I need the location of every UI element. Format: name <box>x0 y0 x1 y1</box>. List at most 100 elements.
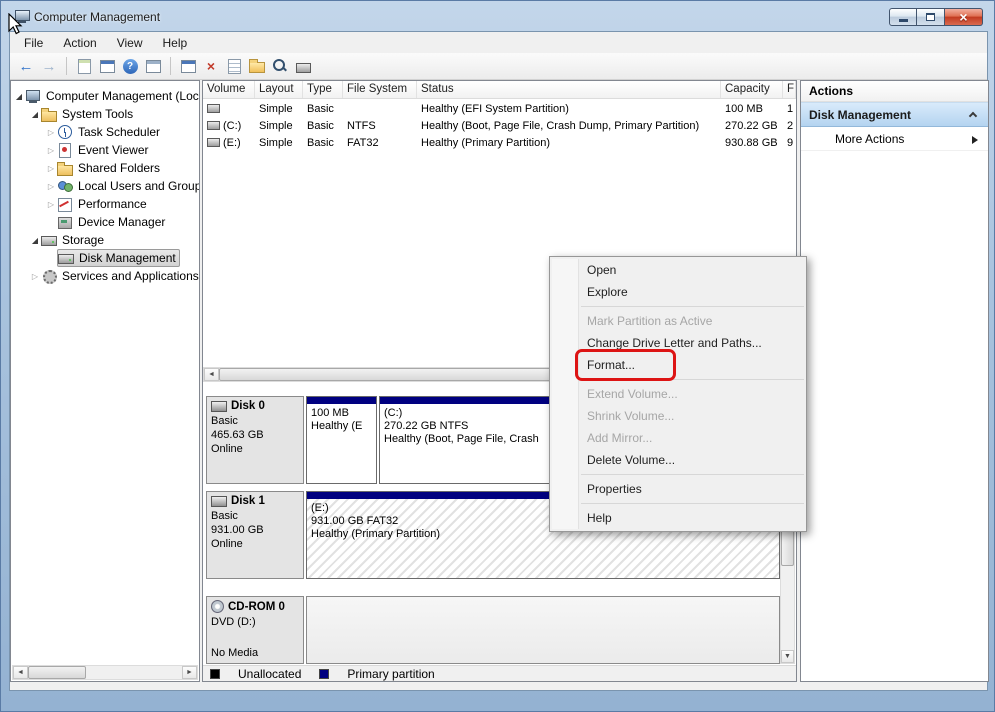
column-type[interactable]: Type <box>303 81 343 98</box>
submenu-arrow-icon <box>972 136 978 144</box>
expander-expanded-icon[interactable]: ◢ <box>29 110 41 119</box>
close-button[interactable]: × <box>945 8 983 26</box>
disk0-header[interactable]: Disk 0 Basic 465.63 GB Online <box>206 396 304 484</box>
disk-icon <box>211 496 227 507</box>
computer-management-window: Computer Management × File Action View H… <box>0 0 995 712</box>
export-list-icon <box>78 59 91 74</box>
help-button[interactable]: ? <box>120 56 140 76</box>
tree-item-storage[interactable]: ◢ Storage <box>29 231 104 249</box>
column-free[interactable]: F <box>783 81 796 98</box>
menu-view[interactable]: View <box>107 33 153 53</box>
more-actions-item[interactable]: More Actions <box>801 127 988 151</box>
tree-item-system-tools[interactable]: ◢ System Tools <box>29 105 133 123</box>
menu-action[interactable]: Action <box>53 33 106 53</box>
column-layout[interactable]: Layout <box>255 81 303 98</box>
partition-efi[interactable]: 100 MB Healthy (E <box>306 396 377 484</box>
tree-item-local-users-and-groups[interactable]: ▷ Local Users and Groups <box>45 177 200 195</box>
toolbar-separator <box>66 57 67 75</box>
disk-status: Online <box>211 442 299 456</box>
expander-collapsed-icon[interactable]: ▷ <box>45 200 57 209</box>
tree-selection-highlight: Disk Management <box>57 249 180 267</box>
scroll-right-icon[interactable]: ► <box>182 666 197 679</box>
expander-collapsed-icon[interactable]: ▷ <box>45 128 57 137</box>
window-controls: × <box>889 8 983 26</box>
disk-type: Basic <box>211 414 299 428</box>
title-bar[interactable]: Computer Management × <box>1 1 994 31</box>
tree-item-event-viewer[interactable]: ▷ Event Viewer <box>45 141 148 159</box>
minimize-button[interactable] <box>889 8 917 26</box>
delete-button[interactable]: × <box>201 56 221 76</box>
disk1-header[interactable]: Disk 1 Basic 931.00 GB Online <box>206 491 304 579</box>
tree-horizontal-scrollbar[interactable]: ◄ ► <box>12 665 198 680</box>
back-button[interactable]: ← <box>16 56 36 76</box>
forward-button[interactable]: → <box>39 56 59 76</box>
column-volume[interactable]: Volume <box>203 81 255 98</box>
menu-item-open[interactable]: Open <box>550 259 806 281</box>
volume-row-e[interactable]: (E:) Simple Basic FAT32 Healthy (Primary… <box>203 134 796 151</box>
tree-item-performance[interactable]: ▷ Performance <box>45 195 147 213</box>
show-action-pane-button[interactable] <box>143 56 163 76</box>
actions-group-label: Disk Management <box>809 108 911 122</box>
menu-file[interactable]: File <box>14 33 53 53</box>
menu-item-delete-volume[interactable]: Delete Volume... <box>550 449 806 471</box>
tree-item-device-manager[interactable]: Device Manager <box>45 213 165 231</box>
column-status[interactable]: Status <box>417 81 721 98</box>
volume-row-efi[interactable]: Simple Basic Healthy (EFI System Partiti… <box>203 100 796 117</box>
collapse-chevron-icon[interactable] <box>969 112 977 120</box>
volume-row-c[interactable]: (C:) Simple Basic NTFS Healthy (Boot, Pa… <box>203 117 796 134</box>
menu-item-explore[interactable]: Explore <box>550 281 806 303</box>
column-file-system[interactable]: File System <box>343 81 417 98</box>
tree-item-services-and-applications[interactable]: ▷ Services and Applications <box>29 267 199 285</box>
scrollbar-thumb[interactable] <box>28 666 86 679</box>
tree-item-disk-management[interactable]: Disk Management <box>45 249 180 267</box>
cdrom-media-area[interactable] <box>306 596 780 664</box>
scroll-down-icon[interactable]: ▼ <box>781 650 794 663</box>
export-list-button[interactable] <box>74 56 94 76</box>
cdrom0-header[interactable]: CD-ROM 0 DVD (D:) No Media <box>206 596 304 664</box>
cd-icon <box>211 600 224 613</box>
window-title: Computer Management <box>34 10 160 24</box>
toolbar-separator <box>170 57 171 75</box>
menu-help[interactable]: Help <box>153 33 198 53</box>
expander-collapsed-icon[interactable]: ▷ <box>45 182 57 191</box>
tree-item-label: Disk Management <box>79 251 176 265</box>
menu-item-properties[interactable]: Properties <box>550 478 806 500</box>
scroll-left-icon[interactable]: ◄ <box>13 666 28 679</box>
properties-button[interactable] <box>224 56 244 76</box>
expander-expanded-icon[interactable]: ◢ <box>13 92 25 101</box>
tree-item-label: System Tools <box>62 107 133 121</box>
services-icon <box>41 269 57 283</box>
shared-folders-icon <box>57 161 73 175</box>
tree-item-computer-management[interactable]: ◢ Computer Management (Local <box>13 87 200 105</box>
menu-item-help[interactable]: Help <box>550 507 806 529</box>
disk-settings-button[interactable] <box>293 56 313 76</box>
users-groups-icon <box>57 179 73 193</box>
event-viewer-icon <box>57 143 73 157</box>
menu-separator <box>581 474 804 475</box>
find-icon <box>272 58 288 74</box>
menu-separator <box>581 503 804 504</box>
show-console-tree-button[interactable] <box>97 56 117 76</box>
disk-type: DVD (D:) <box>211 615 299 629</box>
primary-partition-swatch <box>319 669 329 679</box>
tree-item-shared-folders[interactable]: ▷ Shared Folders <box>45 159 160 177</box>
minimize-icon <box>899 19 908 22</box>
expander-collapsed-icon[interactable]: ▷ <box>29 272 41 281</box>
tree-item-task-scheduler[interactable]: ▷ Task Scheduler <box>45 123 160 141</box>
scroll-left-icon[interactable]: ◄ <box>204 368 219 381</box>
open-folder-button[interactable] <box>247 56 267 76</box>
actions-pane: Actions Disk Management More Actions <box>800 80 989 682</box>
find-button[interactable] <box>270 56 290 76</box>
maximize-button[interactable] <box>917 8 945 26</box>
maximize-icon <box>926 13 935 21</box>
column-capacity[interactable]: Capacity <box>721 81 783 98</box>
forward-icon: → <box>42 58 57 75</box>
expander-expanded-icon[interactable]: ◢ <box>29 236 41 245</box>
disk-status: No Media <box>211 646 258 660</box>
expander-collapsed-icon[interactable]: ▷ <box>45 146 57 155</box>
expander-collapsed-icon[interactable]: ▷ <box>45 164 57 173</box>
actions-group-disk-management[interactable]: Disk Management <box>801 102 988 127</box>
disk-type: Basic <box>211 509 299 523</box>
new-window-button[interactable] <box>178 56 198 76</box>
scrollbar-thumb[interactable] <box>219 368 564 381</box>
